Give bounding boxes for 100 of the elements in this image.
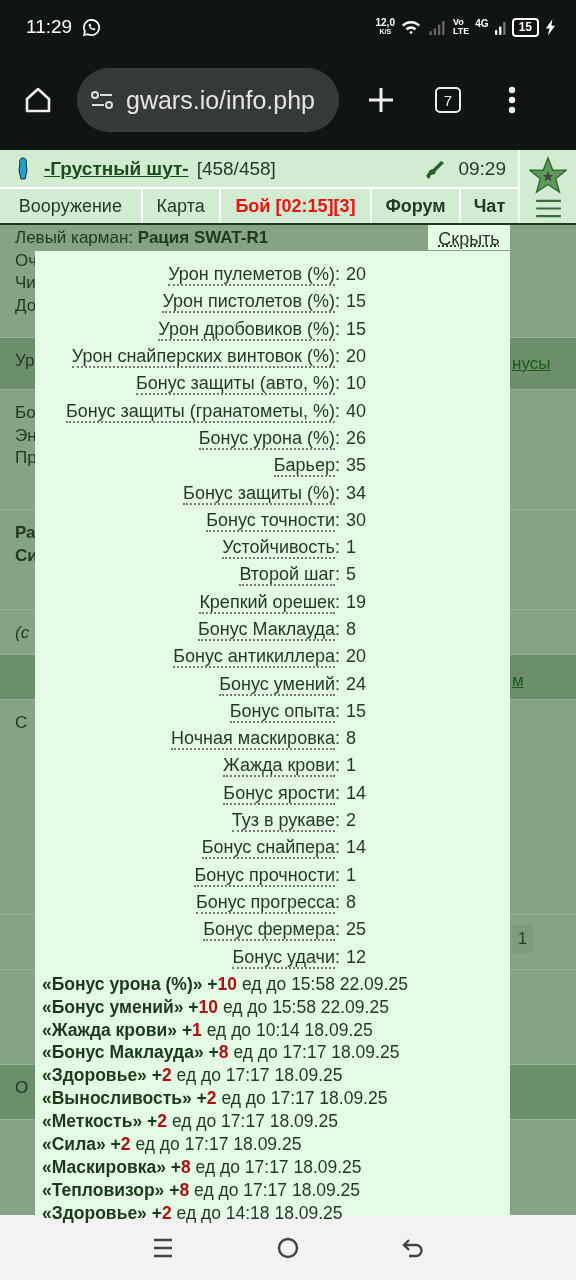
page-text: Эн — [15, 424, 37, 447]
stat-label: Урон дробовиков (%): — [158, 318, 340, 341]
stat-label: Бонус точности: — [206, 509, 340, 532]
stat-value: 14 — [345, 782, 368, 804]
url-text: gwars.io/info.php — [126, 85, 315, 115]
page-text: Чи — [15, 272, 36, 294]
address-bar[interactable]: gwars.io/info.php — [77, 68, 339, 132]
page-text: Ур — [15, 350, 35, 372]
stat-label: Бонус прогресса: — [196, 891, 340, 914]
server-time: 09:29 — [458, 157, 506, 180]
volte-label: LTE — [452, 27, 470, 36]
stat-value: 20 — [345, 264, 368, 286]
volte-label: Vo — [452, 18, 465, 27]
stat-value: 1 — [345, 864, 357, 886]
stat-value: 2 — [345, 810, 357, 832]
signal-icon — [426, 18, 447, 36]
stat-value: 30 — [345, 509, 368, 531]
nav-tab[interactable]: Чат — [460, 189, 518, 223]
stat-value: 15 — [345, 318, 368, 340]
bonus-line: «Маскировка» +8 ед до 17:17 18.09.25 — [42, 1155, 363, 1179]
stat-value: 20 — [345, 646, 368, 668]
chat-app-icon — [82, 17, 102, 37]
stat-label: Бонус прочности: — [194, 864, 340, 887]
page-text: О — [15, 1077, 29, 1099]
stat-label: Ночная маскировка: — [171, 728, 340, 751]
stat-label: Жажда крови: — [223, 755, 340, 778]
bonus-line: «Бонус умений» +10 ед до 15:58 22.09.25 — [42, 995, 390, 1019]
stat-label: Бонус умений: — [219, 673, 340, 696]
bonus-line: «Сила» +2 ед до 17:17 18.09.25 — [42, 1133, 303, 1156]
charging-icon — [545, 18, 556, 36]
page-text: Ра — [15, 522, 36, 544]
stat-value: 40 — [345, 400, 368, 422]
health-value: [458/458] — [196, 157, 276, 180]
stat-label: Крепкий орешек: — [199, 591, 340, 614]
stat-label: Урон пулеметов (%): — [168, 264, 340, 287]
stat-value: 1 — [345, 755, 357, 777]
bonus-line: «Выносливость» +2 ед до 17:17 18.09.25 — [42, 1087, 389, 1111]
stat-label: Урон снайперских винтовок (%): — [71, 346, 340, 369]
network-type: 4G — [475, 18, 489, 29]
page-text: До — [15, 294, 37, 317]
page-text: С — [15, 712, 28, 734]
character-icon — [18, 156, 28, 181]
stat-label: Бонус Маклауда: — [197, 619, 340, 641]
stat-value: 8 — [345, 619, 357, 640]
stat-label: Бонус урона (%): — [198, 427, 340, 450]
tab-switcher-button[interactable]: 7 — [435, 87, 461, 113]
stat-value: 5 — [345, 564, 357, 586]
stat-label: Урон пистолетов (%): — [162, 291, 340, 314]
menu-icon[interactable] — [534, 199, 562, 218]
stat-label: Бонус фермера: — [203, 919, 340, 942]
stat-label: Бонус снайпера: — [201, 837, 340, 860]
page-text: Левый карман: Рация SWAT-R1 — [15, 227, 269, 249]
stat-value: 10 — [345, 373, 368, 395]
bonus-line: «Здоровье» +2 ед до 14:18 18.09.25 — [42, 1201, 344, 1225]
bonus-line: «Здоровье» +2 ед до 17:17 18.09.25 — [42, 1064, 344, 1088]
bonus-line: «Бонус урона (%)» +10 ед до 15:58 22.09.25 — [42, 972, 409, 996]
stat-value: 25 — [345, 919, 368, 941]
stat-value: 15 — [345, 700, 368, 722]
stat-label: Второй шаг: — [239, 564, 340, 587]
stat-value: 24 — [345, 673, 368, 695]
player-name-link[interactable]: -Грустный шут- — [44, 157, 189, 180]
stat-label: Барьер: — [273, 455, 340, 478]
stat-value: 15 — [345, 291, 368, 313]
stat-value: 1 — [345, 537, 357, 559]
stat-value: 19 — [345, 591, 368, 613]
stat-value: 8 — [345, 728, 357, 750]
home-button-icon[interactable] — [276, 1235, 300, 1260]
stat-value: 20 — [345, 346, 368, 368]
stat-value: 8 — [345, 891, 357, 913]
bonus-line: «Бонус Маклауда» +8 ед до 17:17 18.09.25 — [42, 1041, 401, 1065]
new-tab-icon[interactable] — [367, 86, 395, 114]
nav-tab[interactable]: Бой [02:15][3] — [220, 189, 371, 223]
stat-label: Туз в рукаве: — [231, 810, 340, 833]
page-button[interactable]: 1 — [512, 925, 533, 953]
more-options-icon[interactable] — [508, 86, 516, 114]
home-icon[interactable] — [24, 86, 52, 114]
bonus-line: «Жажда крови» +1 ед до 10:14 18.09.25 — [42, 1018, 374, 1042]
battery-indicator: 15 — [511, 17, 539, 37]
stat-label: Устойчивость: — [222, 537, 340, 560]
clock: 11:29 — [26, 16, 73, 38]
nav-tab[interactable]: Форум — [372, 189, 459, 223]
stat-label: Бонус удачи: — [232, 946, 340, 969]
stat-label: Бонус ярости: — [223, 782, 340, 805]
hide-link[interactable]: Скрыть — [428, 225, 510, 250]
stat-label: Бонус защиты (гранатометы, %): — [65, 400, 340, 423]
nav-tab[interactable]: Вооружение — [0, 189, 141, 223]
stat-label: Бонус опыта: — [229, 700, 340, 723]
bonus-line: «Меткость» +2 ед до 17:17 18.09.25 — [42, 1110, 339, 1134]
network-speed: 12,0 — [375, 18, 395, 28]
stat-label: Бонус защиты (авто, %): — [135, 373, 340, 396]
stat-value: 12 — [345, 946, 368, 968]
stat-value: 35 — [345, 455, 368, 477]
nav-tab[interactable]: Карта — [142, 189, 219, 223]
page-text: Бо — [15, 402, 36, 424]
star-icon[interactable] — [529, 156, 567, 194]
bonus-line: «Тепловизор» +8 ед до 17:17 18.09.25 — [42, 1178, 362, 1202]
site-settings-icon[interactable] — [90, 90, 114, 110]
stat-label: Бонус антикиллера: — [173, 646, 340, 669]
stat-value: 34 — [345, 482, 368, 504]
stat-value: 14 — [345, 837, 368, 859]
